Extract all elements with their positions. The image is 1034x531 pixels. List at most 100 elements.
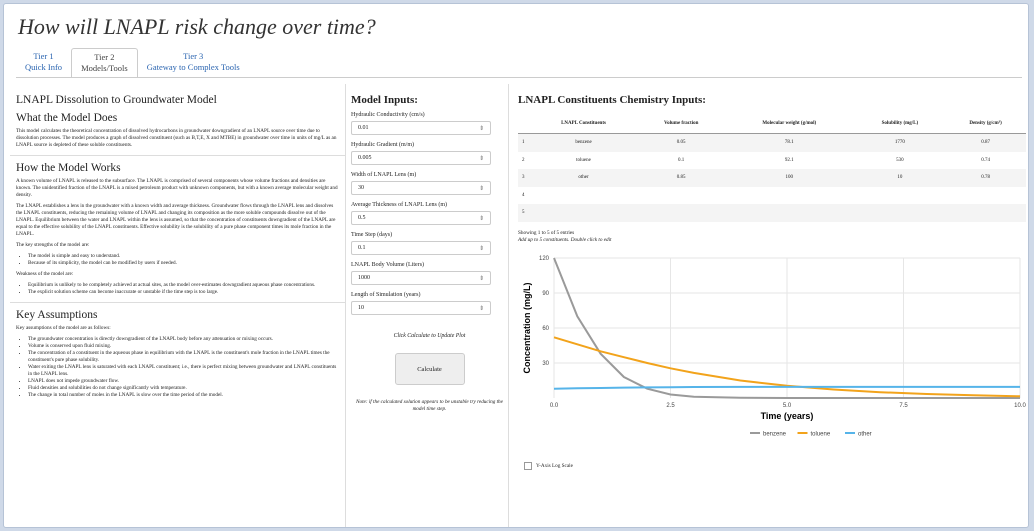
table-cell[interactable]: 10 [854, 169, 946, 187]
table-cell[interactable] [945, 187, 1026, 205]
spinner-icon[interactable]: ⇕ [479, 275, 484, 282]
table-cell[interactable]: toluene [529, 152, 639, 170]
list-item: Water exiting the LNAPL lens is saturate… [28, 364, 339, 378]
table-cell[interactable]: 0.05 [638, 133, 724, 152]
table-row[interactable]: 3 other 0.85 100 10 0.78 [518, 169, 1026, 187]
spinner-icon[interactable]: ⇕ [479, 185, 484, 192]
lens-thickness-input[interactable]: 0.5 ⇕ [351, 211, 491, 225]
table-cell[interactable] [723, 204, 855, 222]
table-cell[interactable]: 0.1 [638, 152, 723, 170]
tab-tier-2[interactable]: Tier 2 Models/Tools [71, 48, 138, 78]
assumptions-title: Key Assumptions [16, 309, 98, 321]
update-note: Click Calculate to Update Plot [393, 333, 466, 339]
table-cell[interactable]: 5 [518, 204, 529, 222]
how-paragraph-1: A known volume of LNAPL is released to t… [16, 178, 338, 198]
list-item: Because of its simplicity, the model can… [28, 260, 339, 267]
table-cell[interactable]: 78.1 [723, 133, 855, 152]
field-label: Width of LNAPL Lens (m) [351, 172, 417, 178]
table-row[interactable]: 4 [518, 187, 1026, 205]
field-label: LNAPL Body Volume (Liters) [351, 262, 425, 268]
table-cell[interactable] [638, 204, 724, 222]
y-tick-label: 30 [542, 361, 549, 367]
chemistry-heading: LNAPL Constituents Chemistry Inputs: [518, 94, 706, 106]
list-item: Equilibrium is unlikely to be completely… [28, 282, 339, 289]
list-item: The concentration of a constituent in th… [28, 350, 339, 364]
log-scale-toggle[interactable]: Y-Axis Log Scale [524, 461, 1028, 470]
column-header[interactable]: LNAPL Constituents [528, 114, 639, 134]
table-cell[interactable] [724, 187, 855, 205]
column-header[interactable] [518, 114, 529, 134]
table-cell[interactable]: 0.85 [638, 169, 724, 187]
what-title: What the Model Does [16, 112, 118, 124]
spinner-icon[interactable]: ⇕ [479, 155, 484, 162]
table-cell[interactable]: 3 [518, 169, 529, 187]
field-value: 0.005 [358, 155, 372, 161]
tab-tier-3-line2: Gateway to Complex Tools [146, 62, 240, 72]
column-header[interactable]: Molecular weight (g/mol) [723, 114, 855, 134]
list-item: The explicit solution scheme can become … [28, 289, 339, 296]
spinner-icon[interactable]: ⇕ [479, 215, 484, 222]
table-cell[interactable] [529, 187, 639, 205]
lnapl-volume-input[interactable]: 1000 ⇕ [351, 271, 491, 285]
field-value: 0.5 [358, 215, 366, 221]
divider [10, 155, 345, 156]
model-description-panel: LNAPL Dissolution to Groundwater Model W… [10, 84, 346, 527]
table-cell[interactable]: 0.74 [945, 152, 1026, 170]
table-cell[interactable] [945, 204, 1026, 222]
table-cell[interactable]: other [528, 169, 639, 187]
legend-label: benzene [763, 431, 787, 437]
column-header[interactable]: Density (g/cm³) [945, 114, 1026, 134]
field-value: 30 [358, 185, 364, 191]
table-cell[interactable]: 100 [723, 169, 855, 187]
strengths-intro: The key strengths of the model are: [16, 242, 90, 248]
list-item: Fluid densities and solubilities do not … [28, 385, 339, 392]
strengths-list: The model is simple and easy to understa… [28, 253, 339, 267]
hydraulic-conductivity-input[interactable]: 0.01 ⇕ [351, 121, 491, 135]
stability-note: Note: if the calculated solution appears… [356, 399, 503, 412]
lens-width-input[interactable]: 30 ⇕ [351, 181, 491, 195]
legend-label: other [858, 431, 872, 437]
table-cell[interactable] [855, 187, 945, 205]
column-header[interactable]: Solubility (mg/L) [854, 114, 946, 134]
table-row[interactable]: 1 benzene 0.05 78.1 1770 0.87 [518, 133, 1026, 152]
table-cell[interactable]: 1 [518, 133, 529, 152]
page-title: How will LNAPL risk change over time? [18, 14, 376, 39]
list-item: LNAPL does not impede groundwater flow. [28, 378, 339, 385]
table-cell[interactable]: 1770 [854, 133, 946, 152]
time-step-input[interactable]: 0.1 ⇕ [351, 241, 491, 255]
table-cell[interactable]: 530 [855, 152, 945, 170]
app-window: How will LNAPL risk change over time? Ti… [3, 3, 1029, 528]
hydraulic-gradient-input[interactable]: 0.005 ⇕ [351, 151, 491, 165]
table-row[interactable]: 2 toluene 0.1 92.1 530 0.74 [518, 152, 1026, 170]
table-cell[interactable] [854, 204, 946, 222]
column-header[interactable]: Volume fraction [638, 114, 724, 134]
table-info: Showing 1 to 5 of 5 entries Add up to 5 … [518, 230, 1028, 244]
table-cell[interactable]: 92.1 [724, 152, 855, 170]
tab-bar: Tier 1 Quick Info Tier 2 Models/Tools Ti… [16, 48, 249, 78]
spinner-icon[interactable]: ⇕ [479, 245, 484, 252]
checkbox[interactable] [524, 461, 532, 470]
field-value: 0.01 [358, 125, 369, 131]
table-cell[interactable]: benzene [528, 133, 639, 152]
weakness-list: Equilibrium is unlikely to be completely… [28, 282, 339, 296]
table-cell[interactable] [528, 204, 639, 222]
table-cell[interactable]: 2 [518, 152, 529, 170]
tab-tier-3[interactable]: Tier 3 Gateway to Complex Tools [138, 48, 249, 78]
simulation-length-input[interactable]: 10 ⇕ [351, 301, 491, 315]
table-cell[interactable]: 4 [518, 187, 529, 205]
table-cell[interactable]: 0.87 [945, 133, 1026, 152]
tab-tier-2-line1: Tier 2 [94, 52, 115, 62]
table-cell[interactable]: 0.78 [945, 169, 1026, 187]
spinner-icon[interactable]: ⇕ [479, 305, 484, 312]
calculate-button[interactable]: Calculate [394, 353, 465, 385]
field-label: Hydraulic Gradient (m/m) [351, 142, 414, 148]
tab-tier-1[interactable]: Tier 1 Quick Info [16, 48, 71, 78]
y-tick-label: 120 [539, 256, 550, 262]
x-tick-label: 7.5 [899, 403, 908, 409]
spinner-icon[interactable]: ⇕ [479, 125, 484, 132]
table-cell[interactable] [638, 187, 723, 205]
chart-legend: benzene toluene other [750, 431, 872, 437]
list-item: Volume is conserved upon fluid mixing. [28, 343, 339, 350]
table-row[interactable]: 5 [518, 204, 1026, 222]
tab-divider [16, 77, 1022, 78]
